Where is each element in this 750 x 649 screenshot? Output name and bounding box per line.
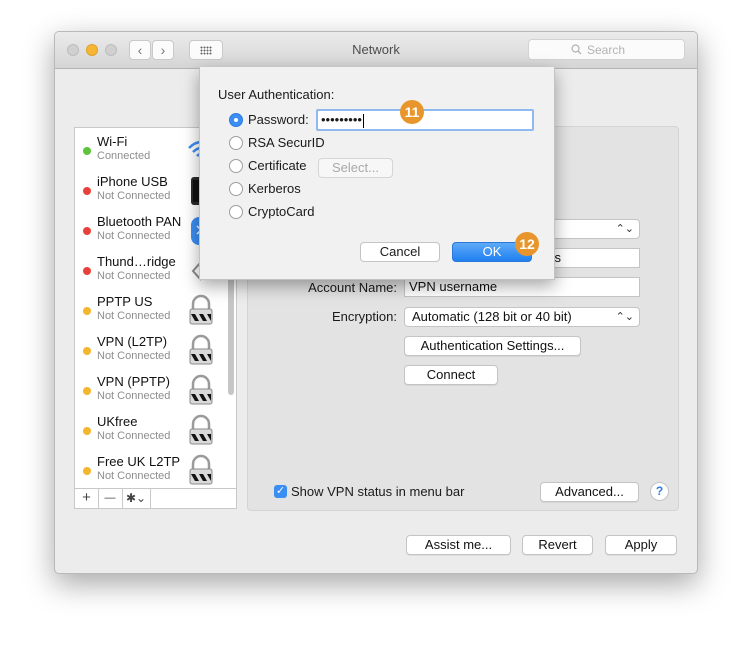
user-authentication-sheet: User Authentication: Password: •••••••••… xyxy=(199,67,555,280)
status-dot xyxy=(83,387,91,395)
service-status: Not Connected xyxy=(97,230,171,242)
service-status: Connected xyxy=(97,150,151,162)
step-badge-12: 12 xyxy=(515,232,539,256)
status-dot xyxy=(83,267,91,275)
encryption-label: Encryption: xyxy=(331,309,397,324)
service-status: Not Connected xyxy=(97,430,171,442)
service-item-vpn-l2tp[interactable]: VPN (L2TP) Not Connected xyxy=(75,332,225,372)
vpn-lock-icon xyxy=(187,334,215,366)
service-name: Wi-Fi xyxy=(97,134,128,149)
plus-icon: + xyxy=(82,489,91,506)
cancel-button[interactable]: Cancel xyxy=(360,242,440,262)
service-status: Not Connected xyxy=(97,270,171,282)
account-name-field[interactable]: VPN username xyxy=(404,277,640,297)
search-field[interactable]: Search xyxy=(528,39,685,60)
service-name: UKfree xyxy=(97,414,138,429)
radio-label: Password: xyxy=(248,112,309,127)
select-certificate-button: Select... xyxy=(318,158,393,178)
service-status: Not Connected xyxy=(97,350,171,362)
radio-label: Certificate xyxy=(248,158,307,173)
status-dot xyxy=(83,227,91,235)
show-vpn-status-label: Show VPN status in menu bar xyxy=(291,484,465,499)
vpn-lock-icon xyxy=(187,374,215,406)
show-vpn-status-checkbox[interactable]: ✓ xyxy=(274,485,287,498)
radio-label: RSA SecurID xyxy=(248,135,325,150)
radio-button[interactable] xyxy=(229,182,243,196)
help-button[interactable]: ? xyxy=(650,482,669,501)
service-status: Not Connected xyxy=(97,310,171,322)
service-item-vpn-pptp[interactable]: VPN (PPTP) Not Connected xyxy=(75,372,225,412)
connect-button[interactable]: Connect xyxy=(404,365,498,385)
service-name: Thund…ridge xyxy=(97,254,176,269)
updown-chevron-icon: ⌃⌄ xyxy=(615,311,634,323)
vpn-lock-icon xyxy=(187,294,215,326)
vpn-lock-icon xyxy=(187,414,215,446)
service-item-free-uk-l2tp[interactable]: Free UK L2TP Not Connected xyxy=(75,452,225,492)
status-dot xyxy=(83,467,91,475)
service-item-pptp-us[interactable]: PPTP US Not Connected xyxy=(75,292,225,332)
radio-button-selected[interactable] xyxy=(229,113,243,127)
status-dot xyxy=(83,307,91,315)
service-name: Bluetooth PAN xyxy=(97,214,182,229)
search-icon xyxy=(571,40,582,61)
revert-button[interactable]: Revert xyxy=(522,535,593,555)
user-authentication-heading: User Authentication: xyxy=(218,87,335,102)
service-status: Not Connected xyxy=(97,190,171,202)
radio-button[interactable] xyxy=(229,159,243,173)
service-list-toolbar: + — ✱⌄ xyxy=(74,489,237,509)
status-dot xyxy=(83,347,91,355)
vpn-lock-icon xyxy=(187,454,215,486)
add-service-button[interactable]: + xyxy=(75,489,99,508)
gear-icon: ✱⌄ xyxy=(125,491,147,505)
action-menu-button[interactable]: ✱⌄ xyxy=(122,489,151,508)
service-status: Not Connected xyxy=(97,470,171,482)
text-cursor xyxy=(362,113,364,128)
password-field[interactable]: ••••••••• xyxy=(316,109,534,131)
minus-icon: — xyxy=(104,492,116,504)
updown-chevron-icon: ⌃⌄ xyxy=(615,223,634,235)
status-dot xyxy=(83,147,91,155)
service-status: Not Connected xyxy=(97,390,171,402)
encryption-popup[interactable]: Automatic (128 bit or 40 bit) ⌃⌄ xyxy=(404,307,640,327)
remove-service-button[interactable]: — xyxy=(98,489,123,508)
encryption-value: Automatic (128 bit or 40 bit) xyxy=(412,309,572,324)
account-name-label: Account Name: xyxy=(308,280,397,295)
radio-label: CryptoCard xyxy=(248,204,315,219)
apply-button[interactable]: Apply xyxy=(605,535,677,555)
radio-button[interactable] xyxy=(229,205,243,219)
status-dot xyxy=(83,427,91,435)
step-badge-11: 11 xyxy=(400,100,424,124)
service-item-ukfree[interactable]: UKfree Not Connected xyxy=(75,412,225,452)
service-name: iPhone USB xyxy=(97,174,168,189)
title-bar: ‹ › Network Search xyxy=(55,32,697,69)
radio-label: Kerberos xyxy=(248,181,301,196)
search-placeholder: Search xyxy=(587,43,626,57)
service-name: Free UK L2TP xyxy=(97,454,181,469)
status-dot xyxy=(83,187,91,195)
assist-me-button[interactable]: Assist me... xyxy=(406,535,511,555)
service-name: PPTP US xyxy=(97,294,153,309)
password-value: ••••••••• xyxy=(321,112,362,127)
service-name: VPN (PPTP) xyxy=(97,374,170,389)
service-name: VPN (L2TP) xyxy=(97,334,168,349)
radio-button[interactable] xyxy=(229,136,243,150)
authentication-settings-button[interactable]: Authentication Settings... xyxy=(404,336,581,356)
account-name-value: VPN username xyxy=(409,279,498,294)
advanced-button[interactable]: Advanced... xyxy=(540,482,639,502)
